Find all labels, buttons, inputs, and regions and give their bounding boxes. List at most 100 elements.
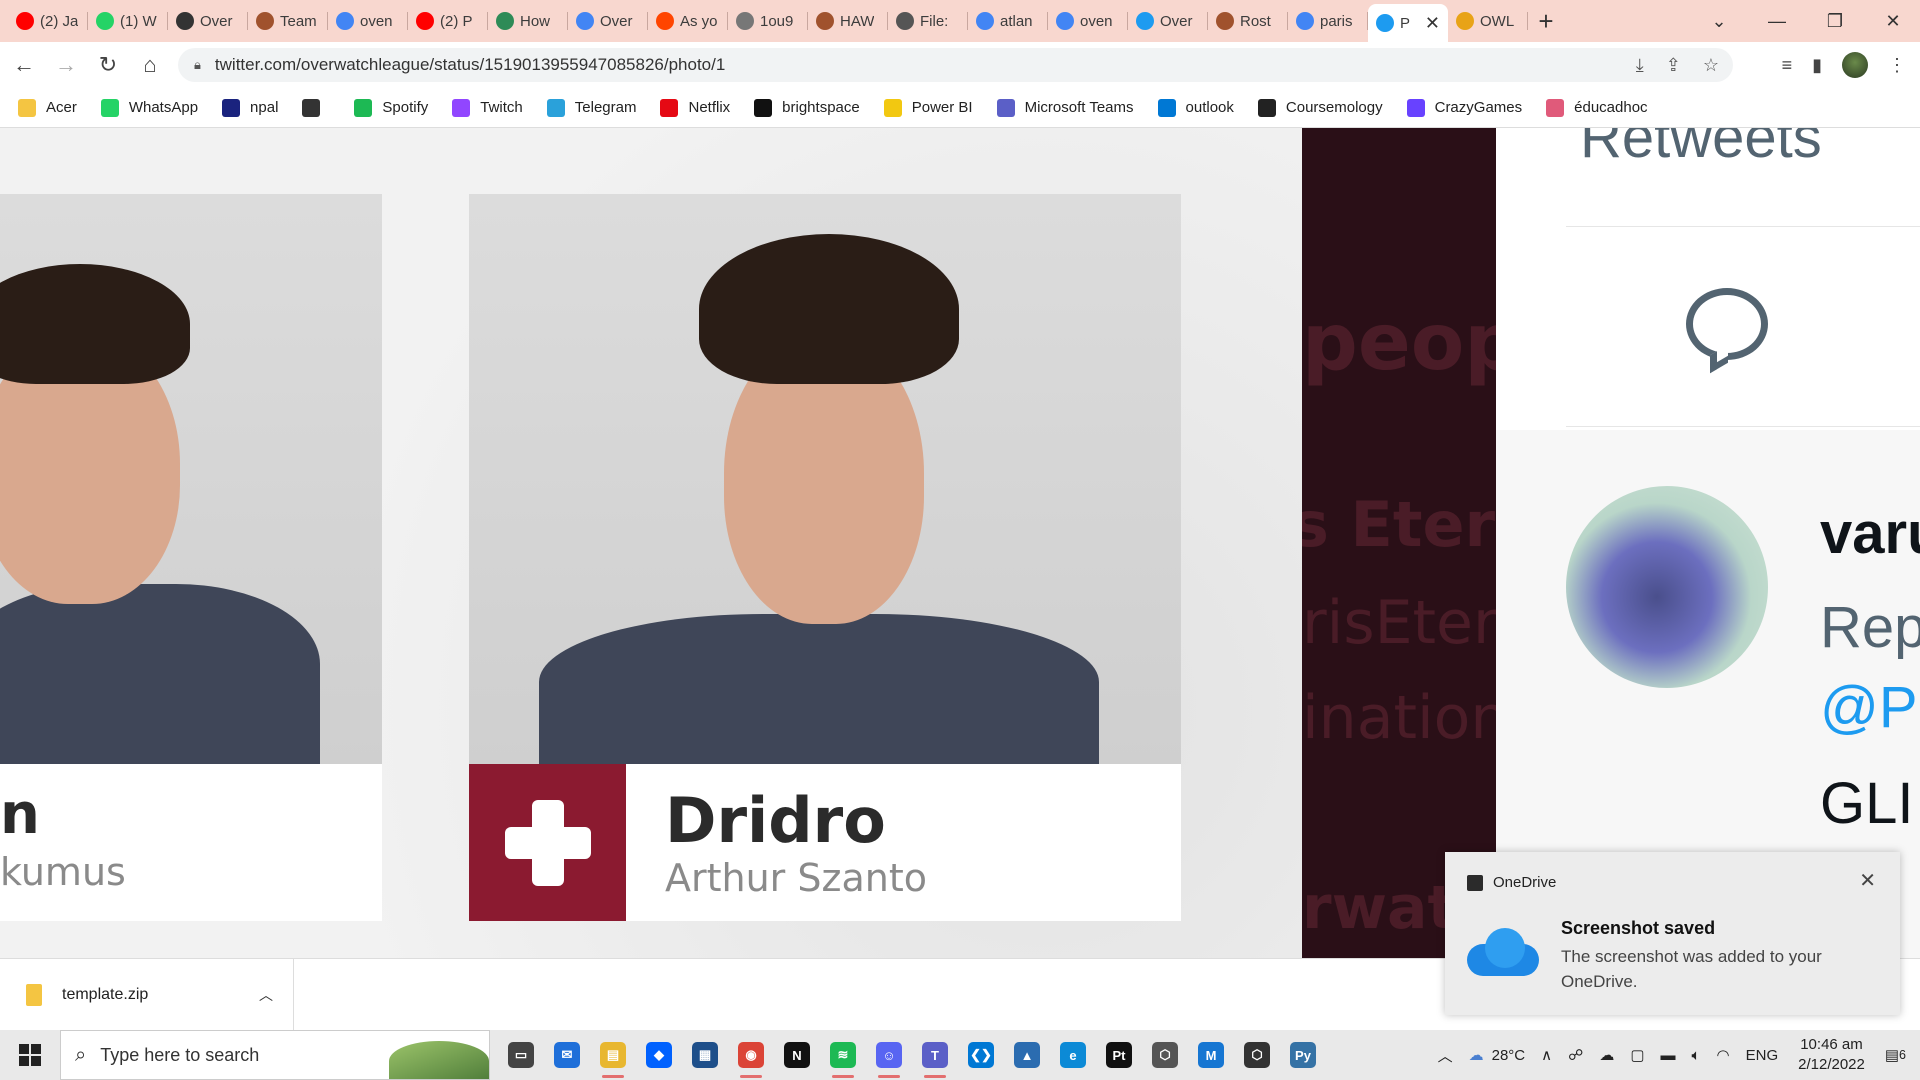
retweets-stat[interactable]: Retweets (1580, 128, 1822, 171)
browser-tab[interactable]: Rost (1208, 4, 1288, 38)
taskbar-app[interactable]: Pt (1096, 1030, 1142, 1080)
bookmark-item[interactable]: Netflix (660, 98, 730, 117)
browser-tab[interactable]: 1ou9 (728, 4, 808, 38)
bookmark-star-icon[interactable]: ☆ (1703, 55, 1719, 76)
bookmark-item[interactable]: npal (222, 98, 278, 117)
bookmark-item[interactable] (302, 98, 330, 117)
tab-title: (1) W (120, 12, 157, 30)
browser-tab[interactable]: OWL (1448, 4, 1528, 38)
bookmark-item[interactable]: outlook (1157, 98, 1234, 117)
chevron-up-icon[interactable]: ︿ (1438, 1045, 1453, 1066)
bookmark-item[interactable]: Spotify (354, 98, 428, 117)
browser-tab[interactable]: Over (568, 4, 648, 38)
minimize-icon[interactable]: — (1748, 0, 1806, 42)
taskbar-app[interactable]: ✉ (544, 1030, 590, 1080)
language-indicator[interactable]: ENG (1746, 1047, 1779, 1064)
reading-list-icon[interactable]: ≡ (1782, 55, 1793, 76)
weather-widget[interactable]: ☁ 28°C (1469, 1046, 1526, 1065)
taskbar-app[interactable]: ◉ (728, 1030, 774, 1080)
meet-icon[interactable]: ▢ (1630, 1046, 1644, 1064)
reply-username[interactable]: varu (1820, 500, 1920, 567)
taskbar-app[interactable]: ☺ (866, 1030, 912, 1080)
wifi-icon[interactable]: ◠ (1717, 1046, 1730, 1064)
browser-tab[interactable]: Team (248, 4, 328, 38)
taskbar-app[interactable]: T (912, 1030, 958, 1080)
browser-tab[interactable]: P ✕ (1368, 4, 1448, 42)
taskbar-app[interactable]: ◆ (636, 1030, 682, 1080)
bookmark-item[interactable]: Telegram (546, 98, 636, 117)
browser-tab[interactable]: Over (1128, 4, 1208, 38)
browser-tab[interactable]: (2) Ja (8, 4, 88, 38)
toast-title: Screenshot saved (1561, 918, 1716, 938)
taskbar-app[interactable]: ≋ (820, 1030, 866, 1080)
forward-icon[interactable]: → (48, 47, 84, 83)
onedrive-notification[interactable]: OneDrive ✕ Screenshot saved The screensh… (1445, 852, 1900, 1015)
browser-tab[interactable]: paris (1288, 4, 1368, 38)
volume-icon[interactable]: 🔈︎ (1692, 1047, 1701, 1064)
browser-tab[interactable]: oven (1048, 4, 1128, 38)
new-tab-icon[interactable]: + (1528, 4, 1564, 38)
reload-icon[interactable]: ↻ (90, 47, 126, 83)
bookmark-item[interactable]: CrazyGames (1406, 98, 1522, 117)
browser-tab[interactable]: (2) P (408, 4, 488, 38)
network-status-icon[interactable]: ☍ (1568, 1046, 1583, 1064)
bookmark-item[interactable]: Microsoft Teams (996, 98, 1134, 117)
taskbar-app[interactable]: Py (1280, 1030, 1326, 1080)
bookmark-item[interactable]: WhatsApp (100, 98, 198, 117)
bookmark-label: Power BI (911, 99, 973, 116)
taskbar-app[interactable]: e (1050, 1030, 1096, 1080)
close-icon[interactable]: ✕ (1859, 868, 1876, 893)
notification-center-icon[interactable]: ▤ 6 (1885, 1046, 1906, 1064)
browser-tab[interactable]: atlan (968, 4, 1048, 38)
profile-avatar[interactable] (1842, 52, 1868, 78)
taskbar-app[interactable]: ⬡ (1142, 1030, 1188, 1080)
taskbar-app[interactable]: ⬡ (1234, 1030, 1280, 1080)
home-icon[interactable]: ⌂ (132, 47, 168, 83)
reply-avatar[interactable] (1566, 486, 1768, 688)
menu-icon[interactable]: ⋮ (1888, 55, 1906, 76)
address-bar[interactable]: 🔒︎ twitter.com/overwatchleague/status/15… (178, 48, 1733, 82)
browser-tab[interactable]: oven (328, 4, 408, 38)
taskbar-app[interactable]: ▭ (498, 1030, 544, 1080)
restore-icon[interactable]: ❐ (1806, 0, 1864, 42)
taskbar-app[interactable]: N (774, 1030, 820, 1080)
taskbar-search[interactable]: ⌕ Type here to search (60, 1030, 490, 1080)
lock-icon[interactable]: 🔒︎ (194, 57, 201, 73)
onedrive-tray-icon[interactable]: ☁ (1599, 1046, 1614, 1064)
bookmark-item[interactable]: éducadhoc (1546, 98, 1648, 117)
browser-tab[interactable]: How (488, 4, 568, 38)
install-icon[interactable]: ⤓ (1636, 55, 1644, 76)
tweet-photo-viewer[interactable]: n kumus Dridro Arthur Szanto (0, 128, 1302, 958)
browser-tab[interactable]: HAW (808, 4, 888, 38)
browser-tab[interactable]: (1) W (88, 4, 168, 38)
back-icon[interactable]: ← (6, 47, 42, 83)
browser-tab[interactable]: File: (888, 4, 968, 38)
browser-tab[interactable]: As yo (648, 4, 728, 38)
tray-chevron-icon[interactable]: ∧ (1541, 1046, 1552, 1064)
tab-title: Over (1160, 12, 1193, 30)
bookmark-item[interactable]: Coursemology (1257, 98, 1383, 117)
taskbar-app[interactable]: M (1188, 1030, 1234, 1080)
close-window-icon[interactable]: ✕ (1864, 0, 1920, 42)
chevron-up-icon[interactable]: ︿ (259, 985, 273, 1005)
close-tab-icon[interactable]: ✕ (1425, 13, 1440, 34)
browser-tab[interactable]: Over (168, 4, 248, 38)
share-icon[interactable]: ⇪ (1666, 55, 1681, 76)
reply-mention-link[interactable]: @Pa (1820, 674, 1920, 741)
tab-title: (2) P (440, 12, 473, 30)
taskbar-app[interactable]: ▲ (1004, 1030, 1050, 1080)
side-panel-icon[interactable]: ▮ (1812, 55, 1822, 76)
bookmark-item[interactable]: Acer (18, 98, 77, 117)
taskbar-app[interactable]: ❮❯ (958, 1030, 1004, 1080)
search-icon: ⌕ (75, 1043, 87, 1066)
clock[interactable]: 10:46 am 2/12/2022 (1798, 1035, 1865, 1075)
tab-search-icon[interactable]: ⌄ (1690, 0, 1748, 42)
download-item[interactable]: template.zip ︿ (0, 959, 294, 1031)
start-button[interactable] (0, 1030, 60, 1080)
bookmark-item[interactable]: brightspace (754, 98, 860, 117)
bookmark-item[interactable]: Power BI (883, 98, 973, 117)
battery-icon[interactable]: ▬ (1661, 1047, 1676, 1064)
bookmark-item[interactable]: Twitch (452, 98, 523, 117)
taskbar-app[interactable]: ▦ (682, 1030, 728, 1080)
taskbar-app[interactable]: ▤ (590, 1030, 636, 1080)
